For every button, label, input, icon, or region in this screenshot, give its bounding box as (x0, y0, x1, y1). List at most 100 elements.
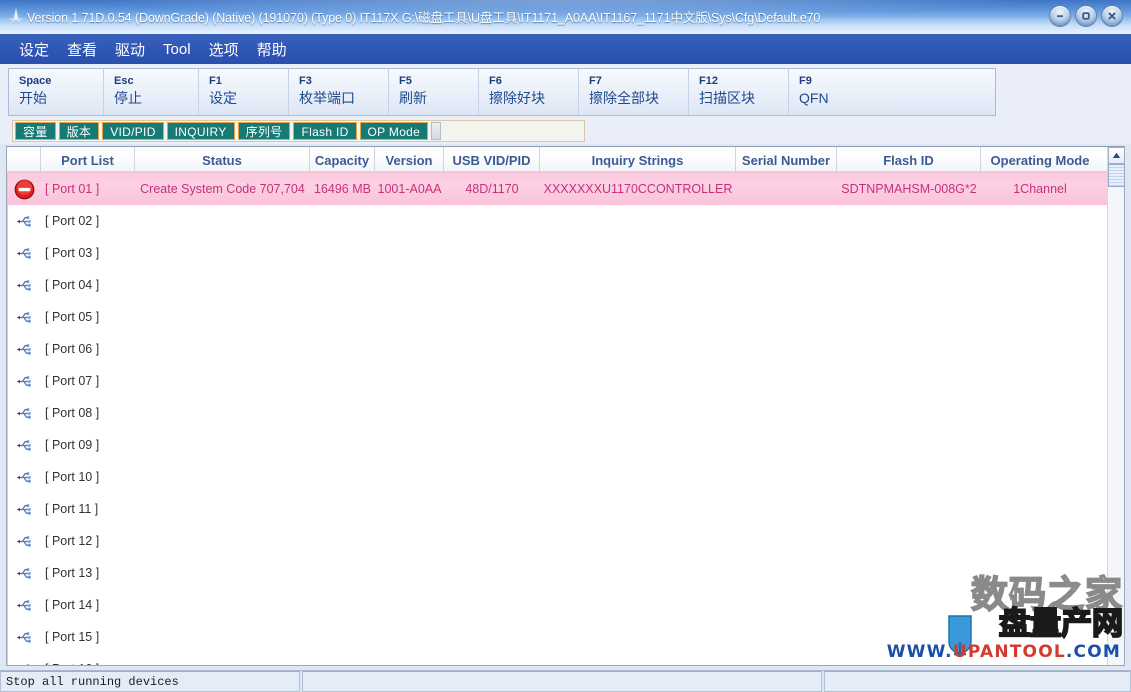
maximize-button[interactable] (1075, 5, 1097, 27)
menu-item-driver[interactable]: 驱动 (106, 37, 154, 62)
usb-icon (16, 279, 33, 292)
cell-status: Create System Code 707,704 (135, 173, 310, 205)
toolbar-label-stop: 停止 (114, 88, 198, 108)
menu-item-help[interactable]: 帮助 (248, 37, 296, 62)
toolbar-button-erase-all-blocks[interactable]: F7 擦除全部块 (579, 69, 689, 115)
column-header-operating-mode[interactable]: Operating Mode (981, 147, 1099, 173)
cell-inquiry-strings (540, 301, 736, 333)
toolbar-button-settings[interactable]: F1 设定 (199, 69, 289, 115)
table-row[interactable]: [ Port 12 ] (7, 525, 1124, 557)
cell-serial-number (736, 301, 837, 333)
cell-flash-id (837, 461, 981, 493)
table-row[interactable]: [ Port 08 ] (7, 397, 1124, 429)
vertical-scrollbar[interactable] (1107, 147, 1124, 665)
row-status-icon-usb[interactable] (7, 237, 41, 269)
column-header-usb-vid-pid[interactable]: USB VID/PID (444, 147, 540, 173)
cell-capacity (310, 653, 375, 665)
row-status-icon-usb[interactable] (7, 365, 41, 397)
table-row[interactable]: [ Port 09 ] (7, 429, 1124, 461)
column-header-serial-number[interactable]: Serial Number (736, 147, 837, 173)
table-row[interactable]: [ Port 10 ] (7, 461, 1124, 493)
column-header-status[interactable]: Status (135, 147, 310, 173)
row-left-border (7, 173, 8, 205)
table-row[interactable]: [ Port 01 ]Create System Code 707,704164… (7, 173, 1124, 205)
tab-capacity[interactable]: 容量 (15, 122, 56, 140)
row-status-icon-usb[interactable] (7, 429, 41, 461)
toolbar-button-refresh[interactable]: F5 刷新 (389, 69, 479, 115)
column-header-version[interactable]: Version (375, 147, 444, 173)
scroll-up-button[interactable] (1108, 147, 1125, 164)
column-header-inquiry-strings[interactable]: Inquiry Strings (540, 147, 736, 173)
usb-icon (16, 503, 33, 516)
cell-operating-mode (981, 525, 1099, 557)
menu-item-tool[interactable]: Tool (154, 39, 200, 60)
table-row[interactable]: [ Port 11 ] (7, 493, 1124, 525)
row-status-icon-usb[interactable] (7, 205, 41, 237)
usb-icon (16, 471, 33, 484)
toolbar-button-qfn[interactable]: F9 QFN (789, 69, 879, 115)
row-status-icon-usb[interactable] (7, 589, 41, 621)
toolbar-button-stop[interactable]: Esc 停止 (104, 69, 199, 115)
column-header-capacity[interactable]: Capacity (310, 147, 375, 173)
toolbar-button-start[interactable]: Space 开始 (9, 69, 104, 115)
cell-version (375, 589, 444, 621)
row-left-border (7, 365, 8, 397)
row-status-icon-usb[interactable] (7, 525, 41, 557)
scrollbar-thumb[interactable] (1108, 164, 1125, 187)
row-status-icon-usb[interactable] (7, 461, 41, 493)
row-status-icon-usb[interactable] (7, 653, 41, 665)
row-left-border (7, 397, 8, 429)
row-status-icon-usb[interactable] (7, 557, 41, 589)
row-status-icon-usb[interactable] (7, 301, 41, 333)
cell-inquiry-strings (540, 333, 736, 365)
tab-flash-id[interactable]: Flash ID (293, 122, 356, 140)
table-row[interactable]: [ Port 16 ] (7, 653, 1124, 665)
minimize-button[interactable] (1049, 5, 1071, 27)
table-row[interactable]: [ Port 02 ] (7, 205, 1124, 237)
cell-serial-number (736, 589, 837, 621)
cell-serial-number (736, 525, 837, 557)
row-status-icon-usb[interactable] (7, 333, 41, 365)
cell-inquiry-strings (540, 269, 736, 301)
cell-status (135, 301, 310, 333)
cell-status (135, 493, 310, 525)
tab-vid-pid[interactable]: VID/PID (102, 122, 163, 140)
menu-item-view[interactable]: 查看 (58, 37, 106, 62)
tab-op-mode[interactable]: OP Mode (360, 122, 429, 140)
table-row[interactable]: [ Port 04 ] (7, 269, 1124, 301)
row-status-icon-stop[interactable] (7, 173, 41, 205)
cell-operating-mode (981, 493, 1099, 525)
table-row[interactable]: [ Port 15 ] (7, 621, 1124, 653)
column-header-flash-id[interactable]: Flash ID (837, 147, 981, 173)
row-status-icon-usb[interactable] (7, 621, 41, 653)
cell-inquiry-strings (540, 429, 736, 461)
column-header-port-list[interactable]: Port List (41, 147, 135, 173)
cell-flash-id (837, 557, 981, 589)
tab-version[interactable]: 版本 (59, 122, 100, 140)
close-button[interactable] (1101, 5, 1123, 27)
table-row[interactable]: [ Port 03 ] (7, 237, 1124, 269)
cell-version (375, 557, 444, 589)
table-row[interactable]: [ Port 07 ] (7, 365, 1124, 397)
row-status-icon-usb[interactable] (7, 269, 41, 301)
menu-item-options[interactable]: 选项 (200, 37, 248, 62)
row-status-icon-usb[interactable] (7, 493, 41, 525)
table-row[interactable]: [ Port 14 ] (7, 589, 1124, 621)
cell-version (375, 365, 444, 397)
cell-operating-mode (981, 461, 1099, 493)
menu-item-settings[interactable]: 设定 (10, 37, 58, 62)
table-row[interactable]: [ Port 13 ] (7, 557, 1124, 589)
tab-serial-number[interactable]: 序列号 (238, 122, 291, 140)
cell-flash-id (837, 653, 981, 665)
toolbar-button-scan-blocks[interactable]: F12 扫描区块 (689, 69, 789, 115)
cell-flash-id (837, 333, 981, 365)
toolbar-button-erase-good-blocks[interactable]: F6 擦除好块 (479, 69, 579, 115)
cell-status (135, 333, 310, 365)
table-row[interactable]: [ Port 06 ] (7, 333, 1124, 365)
cell-usb-vid-pid (444, 397, 540, 429)
row-status-icon-usb[interactable] (7, 397, 41, 429)
toolbar-button-enumerate-ports[interactable]: F3 枚举端口 (289, 69, 389, 115)
tab-inquiry[interactable]: INQUIRY (167, 122, 235, 140)
usb-icon (16, 407, 33, 420)
table-row[interactable]: [ Port 05 ] (7, 301, 1124, 333)
